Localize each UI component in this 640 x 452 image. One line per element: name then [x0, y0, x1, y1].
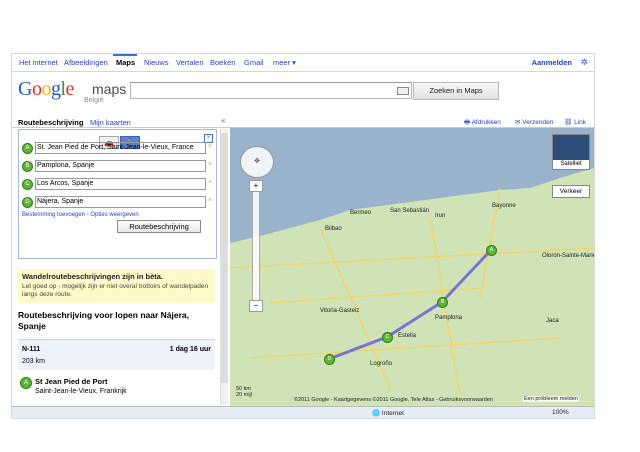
pan-control[interactable]: ✥: [240, 146, 274, 178]
route-marker-d[interactable]: D: [324, 354, 335, 365]
remove-waypoint-icon[interactable]: ×: [208, 179, 212, 186]
traffic-button[interactable]: Verkeer: [552, 185, 590, 198]
zoom-out-button[interactable]: −: [249, 300, 263, 312]
sea-area: [230, 128, 594, 243]
marker-d-icon: D: [22, 197, 33, 208]
browser-frame: Het internet Afbeeldingen Maps Nieuws Ve…: [11, 53, 595, 419]
options-link[interactable]: Bestemming toevoegen - Opties weergeven: [22, 212, 139, 218]
town-label: Estella: [398, 333, 417, 339]
send-link[interactable]: ✉ Verzenden: [515, 118, 553, 126]
waypoint-c-input[interactable]: Los Arcos, Spanje: [35, 178, 206, 190]
link-link[interactable]: ⛓ Link: [564, 118, 586, 126]
keyboard-icon[interactable]: [397, 87, 409, 95]
gbar-link-web[interactable]: Het internet: [19, 58, 58, 67]
town-label: Bayonne: [492, 203, 516, 209]
town-label: San Sebastián: [390, 208, 430, 214]
map-canvas[interactable]: San Sebastián Bilbao Bermeo Bayonne Vitoria-…: [230, 128, 594, 406]
satellite-button[interactable]: Satelliet: [552, 134, 590, 170]
report-problem-link[interactable]: Een probleem melden: [523, 396, 579, 402]
signin-link[interactable]: Aanmelden: [532, 58, 572, 67]
scrollbar-thumb[interactable]: [221, 133, 228, 383]
waypoint-d-input[interactable]: Nájera, Spanje: [35, 196, 206, 208]
start-subtitle: Saint-Jean-le-Vieux, Frankrijk: [35, 388, 127, 395]
town-label: Bermeo: [350, 210, 372, 216]
town-label: Oloron-Sainte-Marie: [542, 253, 594, 259]
tab-directions[interactable]: Routebeschrijving: [18, 118, 83, 127]
map-copyright: ©2011 Google - Kaartgegevens ©2011 Googl…: [294, 397, 493, 403]
gbar-link-news[interactable]: Nieuws: [144, 58, 169, 67]
summary-time: 1 dag 16 uur: [169, 346, 211, 353]
scale-bar: 50 km 20 mijl: [236, 386, 252, 398]
marker-c-icon: C: [22, 179, 33, 190]
panel-scrollbar[interactable]: [220, 129, 228, 405]
waypoint-a: A St. Jean Pied de Port, Saint-Jean-le-V…: [22, 142, 212, 154]
browser-status-bar: 🌐 Internet 100%: [12, 406, 594, 418]
search-button[interactable]: Zoeken in Maps: [413, 82, 499, 100]
beta-body: Let goed op - mogelijk zijn er niet over…: [22, 283, 209, 298]
remove-waypoint-icon[interactable]: ×: [208, 161, 212, 168]
zoom-slider[interactable]: [252, 184, 260, 306]
start-name: St Jean Pied de Port: [35, 377, 108, 386]
marker-a-icon: A: [22, 143, 33, 154]
gbar-link-more[interactable]: meer ▾: [273, 58, 296, 67]
logo-maps-text: maps: [92, 81, 127, 97]
panel-tabs: Routebeschrijving Mijn kaarten: [12, 116, 230, 128]
tab-my-maps[interactable]: Mijn kaarten: [90, 118, 131, 127]
satellite-label: Satelliet: [553, 160, 589, 169]
zoom-level[interactable]: 100%: [552, 409, 569, 416]
town-label: Jaca: [546, 318, 559, 324]
summary-distance: 203 km: [22, 358, 45, 365]
waypoint-a-input[interactable]: St. Jean Pied de Port, Saint-Jean-le-Vie…: [35, 142, 206, 154]
map-svg: [230, 128, 594, 399]
route-marker-b[interactable]: B: [437, 297, 448, 308]
gbar-link-gmail[interactable]: Gmail: [244, 58, 264, 67]
waypoint-b-input[interactable]: Pamplona, Spanje: [35, 160, 206, 172]
route-marker-c[interactable]: C: [382, 332, 393, 343]
collapse-panel-icon[interactable]: «: [221, 116, 225, 125]
gbar-link-maps[interactable]: Maps: [116, 58, 135, 67]
google-logo[interactable]: Google: [18, 78, 74, 101]
town-label: Logroño: [370, 361, 393, 367]
gear-icon[interactable]: ✲: [580, 57, 588, 68]
highway-road: [230, 247, 594, 269]
route-title: Routebeschrijving voor lopen naar Nájera…: [18, 310, 189, 331]
map-toolbar: 🖶 Afdrukken ✉ Verzenden ⛓ Link: [230, 116, 594, 128]
start-marker-icon: A: [20, 377, 32, 389]
remove-waypoint-icon[interactable]: ×: [208, 143, 212, 150]
gbar-link-books[interactable]: Boeken: [210, 58, 235, 67]
town-label: Irun: [435, 213, 446, 219]
summary-road: N-111: [22, 346, 41, 353]
remove-waypoint-icon[interactable]: ×: [208, 197, 212, 204]
route-summary[interactable]: N-111 1 dag 16 uur 203 km: [18, 339, 215, 370]
gbar-link-translate[interactable]: Vertalen: [176, 58, 204, 67]
highway-road: [249, 337, 561, 359]
town-label: Bilbao: [325, 226, 342, 232]
directions-form: 🚗 🚶 × A St. Jean Pied de Port, Saint-Jea…: [18, 129, 217, 259]
scale-mi: 20 mijl: [236, 392, 252, 398]
internet-zone: 🌐 Internet: [372, 410, 404, 417]
search-input[interactable]: [130, 82, 412, 99]
logo-country: België: [84, 97, 104, 104]
google-bar: Het internet Afbeeldingen Maps Nieuws Ve…: [12, 54, 594, 72]
active-indicator: [113, 54, 137, 56]
beta-title: Wandelroutebeschrijvingen zijn in bèta.: [22, 272, 163, 281]
route-marker-a[interactable]: A: [486, 245, 497, 256]
waypoint-d: D Nájera, Spanje ×: [22, 196, 212, 208]
marker-b-icon: B: [22, 161, 33, 172]
town-label: Pamplona: [435, 315, 463, 321]
zoom-in-button[interactable]: +: [249, 180, 263, 192]
gbar-link-images[interactable]: Afbeeldingen: [64, 58, 108, 67]
waypoint-c: C Los Arcos, Spanje ×: [22, 178, 212, 190]
get-directions-button[interactable]: Routebeschrijving: [117, 220, 201, 233]
waypoint-b: B Pamplona, Spanje ×: [22, 160, 212, 172]
beta-notice: Wandelroutebeschrijvingen zijn in bèta. …: [18, 269, 215, 303]
town-label: Vitoria-Gasteiz: [320, 308, 360, 314]
